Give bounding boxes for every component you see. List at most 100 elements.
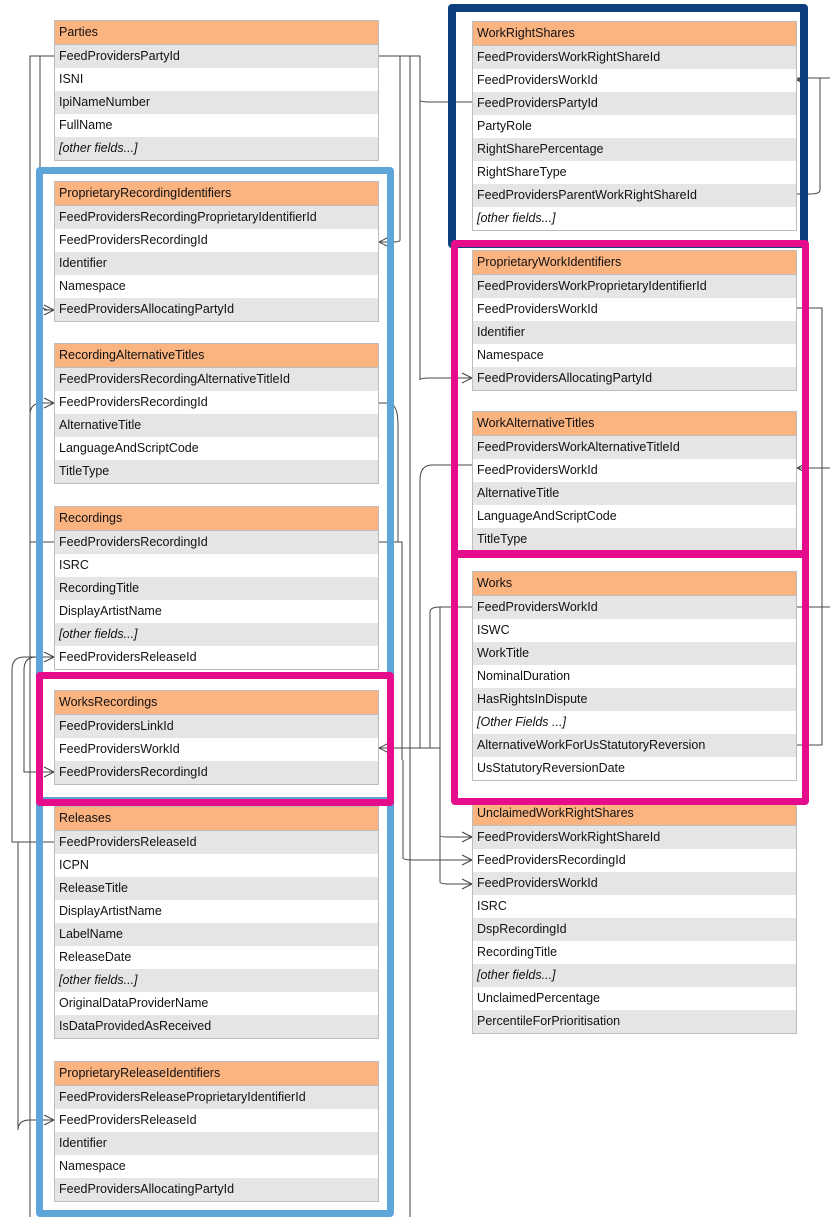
table-field: Identifier (55, 1132, 378, 1155)
table-field: [other fields...] (55, 623, 378, 646)
crows-foot-marker (461, 854, 473, 866)
connector-line (379, 55, 472, 103)
table-field: FeedProvidersWorkId (473, 872, 796, 895)
table-field: FeedProvidersWorkId (477, 73, 598, 87)
table-field: [other fields...] (473, 964, 796, 987)
table-field: FeedProvidersRecordingId (55, 531, 378, 554)
table-title: Recordings (55, 507, 378, 531)
table-field: FeedProvidersRecordingId (59, 233, 208, 247)
connector-line (419, 100, 472, 381)
table-fields: FeedProvidersRecordingProprietaryIdentif… (55, 206, 378, 321)
crows-foot-marker (378, 236, 390, 248)
crows-foot-marker (461, 831, 473, 843)
connector-line (379, 541, 403, 760)
connector-line (29, 402, 54, 543)
connector-line (29, 541, 54, 780)
table-field: LanguageAndScriptCode (477, 509, 617, 523)
table-field: ReleaseDate (59, 950, 132, 964)
table-field: TitleType (55, 460, 378, 483)
table-field: FeedProvidersWorkProprietaryIdentifierId (473, 275, 796, 298)
table-field: UsStatutoryReversionDate (477, 761, 625, 775)
table-field: FeedProvidersWorkAlternativeTitleId (473, 436, 796, 459)
table-field: FeedProvidersWorkId (477, 463, 598, 477)
table-fields: FeedProvidersWorkRightShareId FeedProvide… (473, 826, 796, 1033)
table-field: PercentileForPrioritisation (473, 1010, 796, 1033)
table-field: Identifier (473, 321, 796, 344)
table-field: FeedProvidersWorkId (59, 742, 180, 756)
table-field: AlternativeTitle (473, 482, 796, 505)
table-fields: FeedProvidersReleaseProprietaryIdentifie… (55, 1086, 378, 1201)
table-field: [other fields...] (55, 137, 378, 160)
table-fields: FeedProvidersWorkRightShareId FeedProvide… (473, 46, 796, 230)
table-field: FeedProvidersRecordingId (59, 395, 208, 409)
table-field: ISRC (477, 899, 507, 913)
table-field: RightShareType (477, 165, 567, 179)
table-field: HasRightsInDispute (473, 688, 796, 711)
table-field: ISRC (59, 558, 89, 572)
table-title: Works (473, 572, 796, 596)
table-field: PartyRole (477, 119, 532, 133)
table-field: Namespace (477, 348, 544, 362)
table-field: FeedProvidersWorkId (473, 596, 796, 619)
table-fields: FeedProvidersRecordingId ISRC RecordingTit… (55, 531, 378, 669)
table-recording-alternative-titles: RecordingAlternativeTitles FeedProvidersR… (54, 343, 379, 484)
table-title: RecordingAlternativeTitles (55, 344, 378, 368)
table-field: DspRecordingId (473, 918, 796, 941)
table-fields: FeedProvidersWorkId ISWC WorkTitle NominalD… (473, 596, 796, 780)
table-field: Namespace (59, 1159, 126, 1173)
table-fields: FeedProvidersLinkId FeedProvidersWorkId Fe… (55, 715, 378, 784)
connector-line (797, 307, 823, 746)
table-field: FeedProvidersReleaseId (59, 1113, 197, 1127)
table-field: FeedProvidersAllocatingPartyId (55, 1178, 378, 1201)
table-recordings: Recordings FeedProvidersRecordingId ISRC Re… (54, 506, 379, 670)
table-title: Releases (55, 807, 378, 831)
table-field: DisplayArtistName (59, 904, 162, 918)
table-field: FeedProvidersPartyId (473, 92, 796, 115)
crows-foot-marker (43, 397, 55, 409)
table-field: TitleType (473, 528, 796, 551)
connector-line (379, 55, 411, 1217)
table-works-recordings: WorksRecordings FeedProvidersLinkId FeedPr… (54, 690, 379, 785)
table-field: UnclaimedPercentage (477, 991, 600, 1005)
table-field: [Other Fields ...] (477, 715, 566, 729)
crows-foot-marker (43, 1114, 55, 1126)
table-field: AlternativeWorkForUsStatutoryReversion (473, 734, 796, 757)
connector-line (379, 747, 472, 885)
table-field: FeedProvidersAllocatingPartyId (473, 367, 796, 390)
table-field: OriginalDataProviderName (59, 996, 209, 1010)
table-field: FeedProvidersParentWorkRightShareId (473, 184, 796, 207)
table-field: RecordingTitle (477, 945, 558, 959)
table-title: ProprietaryReleaseIdentifiers (55, 1062, 378, 1086)
table-field: FullName (59, 118, 113, 132)
table-field: IpiNameNumber (55, 91, 378, 114)
connector-line (39, 55, 54, 311)
table-field: FeedProvidersReleaseId (55, 831, 378, 854)
table-field: Namespace (59, 279, 126, 293)
crows-foot-marker (796, 462, 808, 474)
table-field: ISWC (477, 623, 510, 637)
table-releases: Releases FeedProvidersReleaseId ICPN Releas… (54, 806, 379, 1039)
table-field: IsDataProvidedAsReceived (55, 1015, 378, 1038)
connector-line (402, 760, 472, 861)
crows-foot-marker (43, 766, 55, 778)
connector-line (29, 55, 54, 1217)
table-field: FeedProvidersRecordingProprietaryIdentif… (55, 206, 378, 229)
table-proprietary-work-identifiers: ProprietaryWorkIdentifiers FeedProvidersW… (472, 250, 797, 391)
table-field: ReleaseTitle (55, 877, 378, 900)
table-parties: Parties FeedProvidersPartyId ISNI IpiNameNu… (54, 20, 379, 161)
table-fields: FeedProvidersReleaseId ICPN ReleaseTitle Di… (55, 831, 378, 1038)
connector-line (797, 77, 821, 195)
table-proprietary-recording-identifiers: ProprietaryRecordingIdentifiers FeedProvi… (54, 181, 379, 322)
table-fields: FeedProvidersWorkProprietaryIdentifierId… (473, 275, 796, 390)
table-title: WorkRightShares (473, 22, 796, 46)
connector-line (379, 55, 401, 243)
table-field: FeedProvidersPartyId (55, 45, 378, 68)
table-field: FeedProvidersReleaseId (59, 650, 197, 664)
table-unclaimed-work-right-shares: UnclaimedWorkRightShares FeedProvidersWor… (472, 801, 797, 1034)
table-field: FeedProvidersWorkRightShareId (473, 46, 796, 69)
table-field: LanguageAndScriptCode (59, 441, 199, 455)
table-title: WorkAlternativeTitles (473, 412, 796, 436)
table-field: FeedProvidersRecordingId (55, 761, 378, 784)
table-fields: FeedProvidersWorkAlternativeTitleId FeedP… (473, 436, 796, 551)
connector-line (17, 841, 54, 1131)
